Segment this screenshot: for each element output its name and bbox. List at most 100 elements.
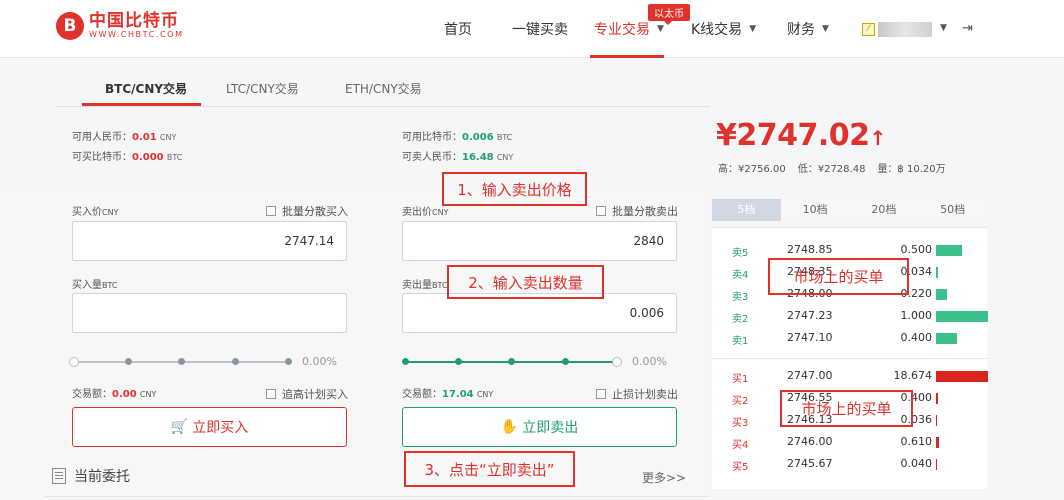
buy-plan-checkbox[interactable]: 追高计划买入 <box>266 386 348 402</box>
depth-tab-5[interactable]: 5档 <box>712 199 781 221</box>
checkbox-icon <box>266 206 276 216</box>
order-quantity: 18.674 <box>893 369 933 382</box>
ask-row[interactable]: 卖2 2747.23 1.000 <box>712 308 988 326</box>
order-price: 2747.10 <box>787 331 833 344</box>
order-quantity: 0.040 <box>900 457 933 470</box>
buy-qty-input[interactable] <box>72 293 347 333</box>
depth-tab-20[interactable]: 20档 <box>850 199 919 221</box>
depth-bar <box>936 393 938 404</box>
order-price: 2747.00 <box>787 369 833 382</box>
order-quantity: 0.610 <box>900 435 933 448</box>
account-level-icon: ⁄ <box>862 23 875 36</box>
depth-bar <box>936 333 957 344</box>
tab-ltc-cny[interactable]: LTC/CNY交易 <box>226 80 299 97</box>
nav-home[interactable]: 首页 <box>444 0 472 58</box>
annotation-step3: 3、点击“立即卖出” <box>404 451 575 487</box>
buy-batch-checkbox[interactable]: 批量分散买入 <box>266 203 348 219</box>
buy-slider-handle[interactable] <box>69 357 79 367</box>
buy-price-label: 买入价CNY <box>72 207 119 218</box>
logo-url: WWW.CHBTC.COM <box>89 30 184 39</box>
tab-eth-cny[interactable]: ETH/CNY交易 <box>345 80 422 97</box>
current-orders-title: 当前委托 <box>52 466 130 486</box>
bid-row[interactable]: 买5 2745.67 0.040 <box>712 456 987 474</box>
sell-qty-input[interactable]: 0.006 <box>402 293 677 333</box>
depth-bar <box>936 267 938 278</box>
buy-slider-stop[interactable] <box>125 358 132 365</box>
sell-percent: 0.00% <box>632 355 667 368</box>
document-list-icon <box>52 468 66 484</box>
depth-tab-10[interactable]: 10档 <box>781 199 850 221</box>
ask-row[interactable]: 卖1 2747.10 0.400 <box>712 330 987 348</box>
bitcoin-logo-icon: B <box>56 12 84 40</box>
depth-bar <box>936 415 937 426</box>
sell-price-input[interactable]: 2840 <box>402 221 677 261</box>
logout-icon[interactable]: ⇥ <box>962 21 973 36</box>
order-level-label: 卖1 <box>732 336 749 347</box>
tab-btc-cny[interactable]: BTC/CNY交易 <box>105 80 187 97</box>
annotation-step2: 2、输入卖出数量 <box>447 265 604 299</box>
volume: 量：฿ 10.20万 <box>877 164 946 175</box>
annotation-market-orders-2: 市场上的买单 <box>780 390 913 427</box>
buy-slider-stop[interactable] <box>178 358 185 365</box>
available-cny: 可用人民币：0.01 CNY <box>72 132 177 143</box>
logo[interactable]: B 中国比特币 WWW.CHBTC.COM <box>56 12 184 40</box>
buy-now-button[interactable]: 🛒 立即买入 <box>72 407 347 447</box>
depth-bar <box>936 371 988 382</box>
depth-bar <box>936 245 962 256</box>
depth-bar <box>936 459 937 470</box>
sell-batch-checkbox[interactable]: 批量分散卖出 <box>596 203 678 219</box>
depth-tab-50[interactable]: 50档 <box>918 199 987 221</box>
sellable-cny: 可卖人民币：16.48 CNY <box>402 152 514 163</box>
orders-divider <box>44 496 710 497</box>
cart-icon: 🛒 <box>170 419 189 435</box>
last-price: ¥2747.02↑ <box>716 118 886 153</box>
buy-slider-stop[interactable] <box>232 358 239 365</box>
sell-slider-stop[interactable] <box>455 358 462 365</box>
sell-slider-handle[interactable] <box>612 357 622 367</box>
price-up-arrow-icon: ↑ <box>869 126 887 150</box>
eth-badge[interactable]: 以太币 <box>648 4 690 25</box>
tabs-divider <box>55 106 710 107</box>
order-level-label: 卖2 <box>732 314 749 325</box>
annotation-step1: 1、输入卖出价格 <box>442 172 587 206</box>
buy-slider-stop[interactable] <box>285 358 292 365</box>
annotation-market-orders-1: 市场上的买单 <box>768 258 909 295</box>
logo-name: 中国比特币 <box>89 11 179 31</box>
chevron-down-icon: ▼ <box>749 24 757 34</box>
checkbox-icon <box>596 206 606 216</box>
price-stats: 高：¥2756.00 低：¥2728.48 量：฿ 10.20万 <box>718 160 958 175</box>
sell-plan-checkbox[interactable]: 止损计划卖出 <box>596 386 678 402</box>
buy-price-input[interactable]: 2747.14 <box>72 221 347 261</box>
buy-qty-label: 买入量BTC <box>72 280 118 291</box>
checkbox-icon <box>266 389 276 399</box>
sell-slider-stop[interactable] <box>562 358 569 365</box>
sell-now-button[interactable]: ✋ 立即卖出 <box>402 407 677 447</box>
order-level-label: 买3 <box>732 418 749 429</box>
sell-slider-stop[interactable] <box>508 358 515 365</box>
chevron-down-icon: ▼ <box>657 24 664 34</box>
depth-tabs: 5档 10档 20档 50档 <box>712 199 987 221</box>
order-quantity: 0.400 <box>900 331 933 344</box>
market-tabs: BTC/CNY交易 LTC/CNY交易 ETH/CNY交易 <box>0 58 1064 108</box>
order-level-label: 卖3 <box>732 292 749 303</box>
account-name-redacted[interactable] <box>878 22 932 37</box>
order-book-divider <box>712 358 987 359</box>
high-price: 高：¥2756.00 <box>718 164 786 175</box>
sell-slider-stop[interactable] <box>402 358 409 365</box>
order-level-label: 卖4 <box>732 270 749 281</box>
order-quantity: 0.500 <box>900 243 933 256</box>
nav-finance[interactable]: 财务 ▼ <box>787 0 829 58</box>
account-chevron-down-icon[interactable]: ▼ <box>940 23 947 33</box>
order-level-label: 买2 <box>732 396 749 407</box>
top-header: B 中国比特币 WWW.CHBTC.COM 首页 一键买卖 专业交易 ▼ K线交易… <box>0 0 1064 58</box>
nav-quick-trade[interactable]: 一键买卖 <box>512 0 568 58</box>
sell-qty-label: 卖出量BTC <box>402 280 448 291</box>
nav-kline-trade[interactable]: K线交易 ▼ <box>691 0 756 58</box>
bid-row[interactable]: 买1 2747.00 18.674 <box>712 368 988 386</box>
more-orders-link[interactable]: 更多>> <box>642 469 686 486</box>
depth-bar <box>936 437 939 448</box>
bid-row[interactable]: 买4 2746.00 0.610 <box>712 434 987 452</box>
order-price: 2748.85 <box>787 243 833 256</box>
buyable-btc: 可买比特币：0.000 BTC <box>72 152 183 163</box>
order-level-label: 买5 <box>732 462 749 473</box>
